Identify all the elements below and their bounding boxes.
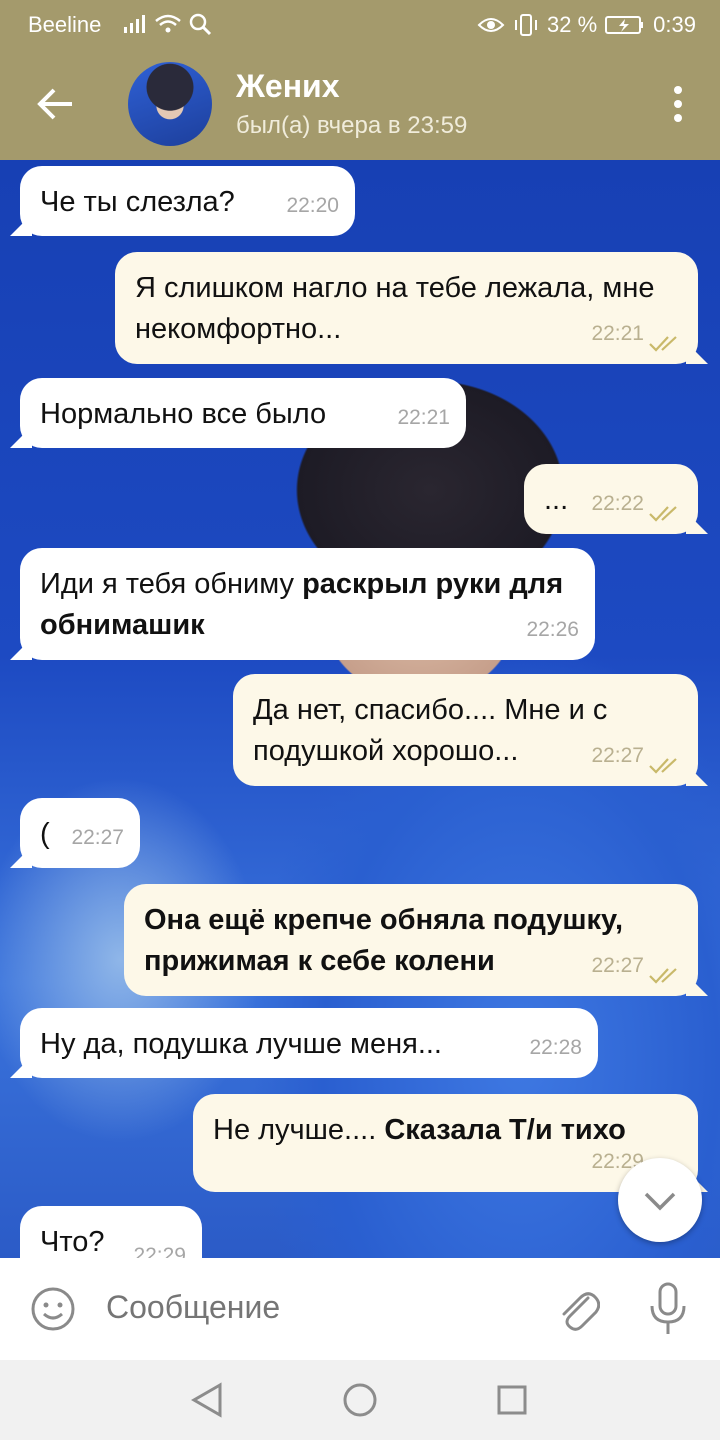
message-bubble[interactable]: Что? 22:29 <box>20 1206 202 1258</box>
message-bubble[interactable]: ... 22:22 <box>524 464 698 534</box>
read-ticks-icon <box>649 506 677 522</box>
chevron-down-icon <box>644 1192 676 1211</box>
wifi-icon <box>155 14 181 33</box>
message-time: 22:27 <box>591 744 644 767</box>
message-time: 22:20 <box>286 194 339 217</box>
status-bar: Beeline 32 % 0:39 <box>0 0 720 48</box>
clock: 0:39 <box>653 12 696 37</box>
message-time: 22:28 <box>529 1036 582 1059</box>
message-time: 22:21 <box>591 322 644 345</box>
message-bubble[interactable]: Она ещё крепче обняла подушку, прижимая … <box>124 884 698 996</box>
nav-recents-icon[interactable] <box>496 1384 528 1416</box>
message-text: Я слишком нагло на тебе лежала, мне неко… <box>135 272 655 345</box>
battery-icon <box>605 16 644 34</box>
back-arrow-icon[interactable] <box>32 80 80 128</box>
avatar[interactable] <box>128 62 212 146</box>
message-composer <box>0 1258 720 1360</box>
last-seen-status: был(а) вчера в 23:59 <box>236 112 468 139</box>
message-time: 22:26 <box>526 618 579 641</box>
message-text: ( <box>40 818 50 850</box>
nav-home-icon[interactable] <box>342 1382 378 1418</box>
message-input[interactable] <box>104 1288 528 1327</box>
message-time: 22:27 <box>71 826 124 849</box>
message-text: ... <box>544 484 569 516</box>
vibrate-icon <box>515 14 538 36</box>
more-vertical-icon[interactable] <box>672 86 684 126</box>
read-ticks-icon <box>649 758 677 774</box>
message-text: Не лучше.... <box>213 1114 385 1146</box>
message-bubble[interactable]: Ну да, подушка лучше меня... 22:28 <box>20 1008 598 1078</box>
message-bubble[interactable]: Да нет, спасибо.... Мне и с подушкой хор… <box>233 674 698 786</box>
message-time: 22:22 <box>591 492 644 515</box>
message-text: Что? <box>40 1226 105 1258</box>
message-bubble[interactable]: Иди я тебя обниму раскрыл руки для обним… <box>20 548 595 660</box>
chat-background: Че ты слезла? 22:20 Я слишком нагло на т… <box>0 160 720 1258</box>
message-action-text: Сказала Т/и тихо <box>384 1114 626 1146</box>
message-time: 22:21 <box>397 406 450 429</box>
chat-header: Жених был(а) вчера в 23:59 <box>0 48 720 160</box>
message-text: Че ты слезла? <box>40 186 235 218</box>
message-bubble[interactable]: Я слишком нагло на тебе лежала, мне неко… <box>115 252 698 364</box>
nav-back-icon[interactable] <box>190 1382 224 1418</box>
scroll-down-button[interactable] <box>618 1158 702 1242</box>
message-bubble[interactable]: Нормально все было 22:21 <box>20 378 466 448</box>
contact-name[interactable]: Жених <box>236 68 340 105</box>
mic-icon[interactable] <box>648 1282 688 1336</box>
message-bubble[interactable]: Че ты слезла? 22:20 <box>20 166 355 236</box>
signal-icon <box>124 15 145 33</box>
battery-percent: 32 % <box>547 12 598 37</box>
attach-icon[interactable] <box>556 1284 600 1334</box>
message-time: 22:27 <box>591 954 644 977</box>
message-text: Да нет, спасибо.... Мне и с подушкой хор… <box>253 694 608 767</box>
message-text: Нормально все было <box>40 398 327 430</box>
read-ticks-icon <box>649 968 677 984</box>
carrier-label: Beeline <box>28 12 102 37</box>
message-bubble[interactable]: ( 22:27 <box>20 798 140 868</box>
message-text: Иди я тебя обниму <box>40 568 303 600</box>
search-icon <box>189 13 212 36</box>
message-text: Ну да, подушка лучше меня... <box>40 1028 442 1060</box>
eye-icon <box>477 18 505 32</box>
message-action-text: Она ещё крепче обняла подушку, прижимая … <box>144 904 624 977</box>
emoji-icon[interactable] <box>30 1286 76 1332</box>
read-ticks-icon <box>649 336 677 352</box>
system-nav-bar <box>0 1360 720 1440</box>
message-time: 22:29 <box>133 1244 186 1258</box>
